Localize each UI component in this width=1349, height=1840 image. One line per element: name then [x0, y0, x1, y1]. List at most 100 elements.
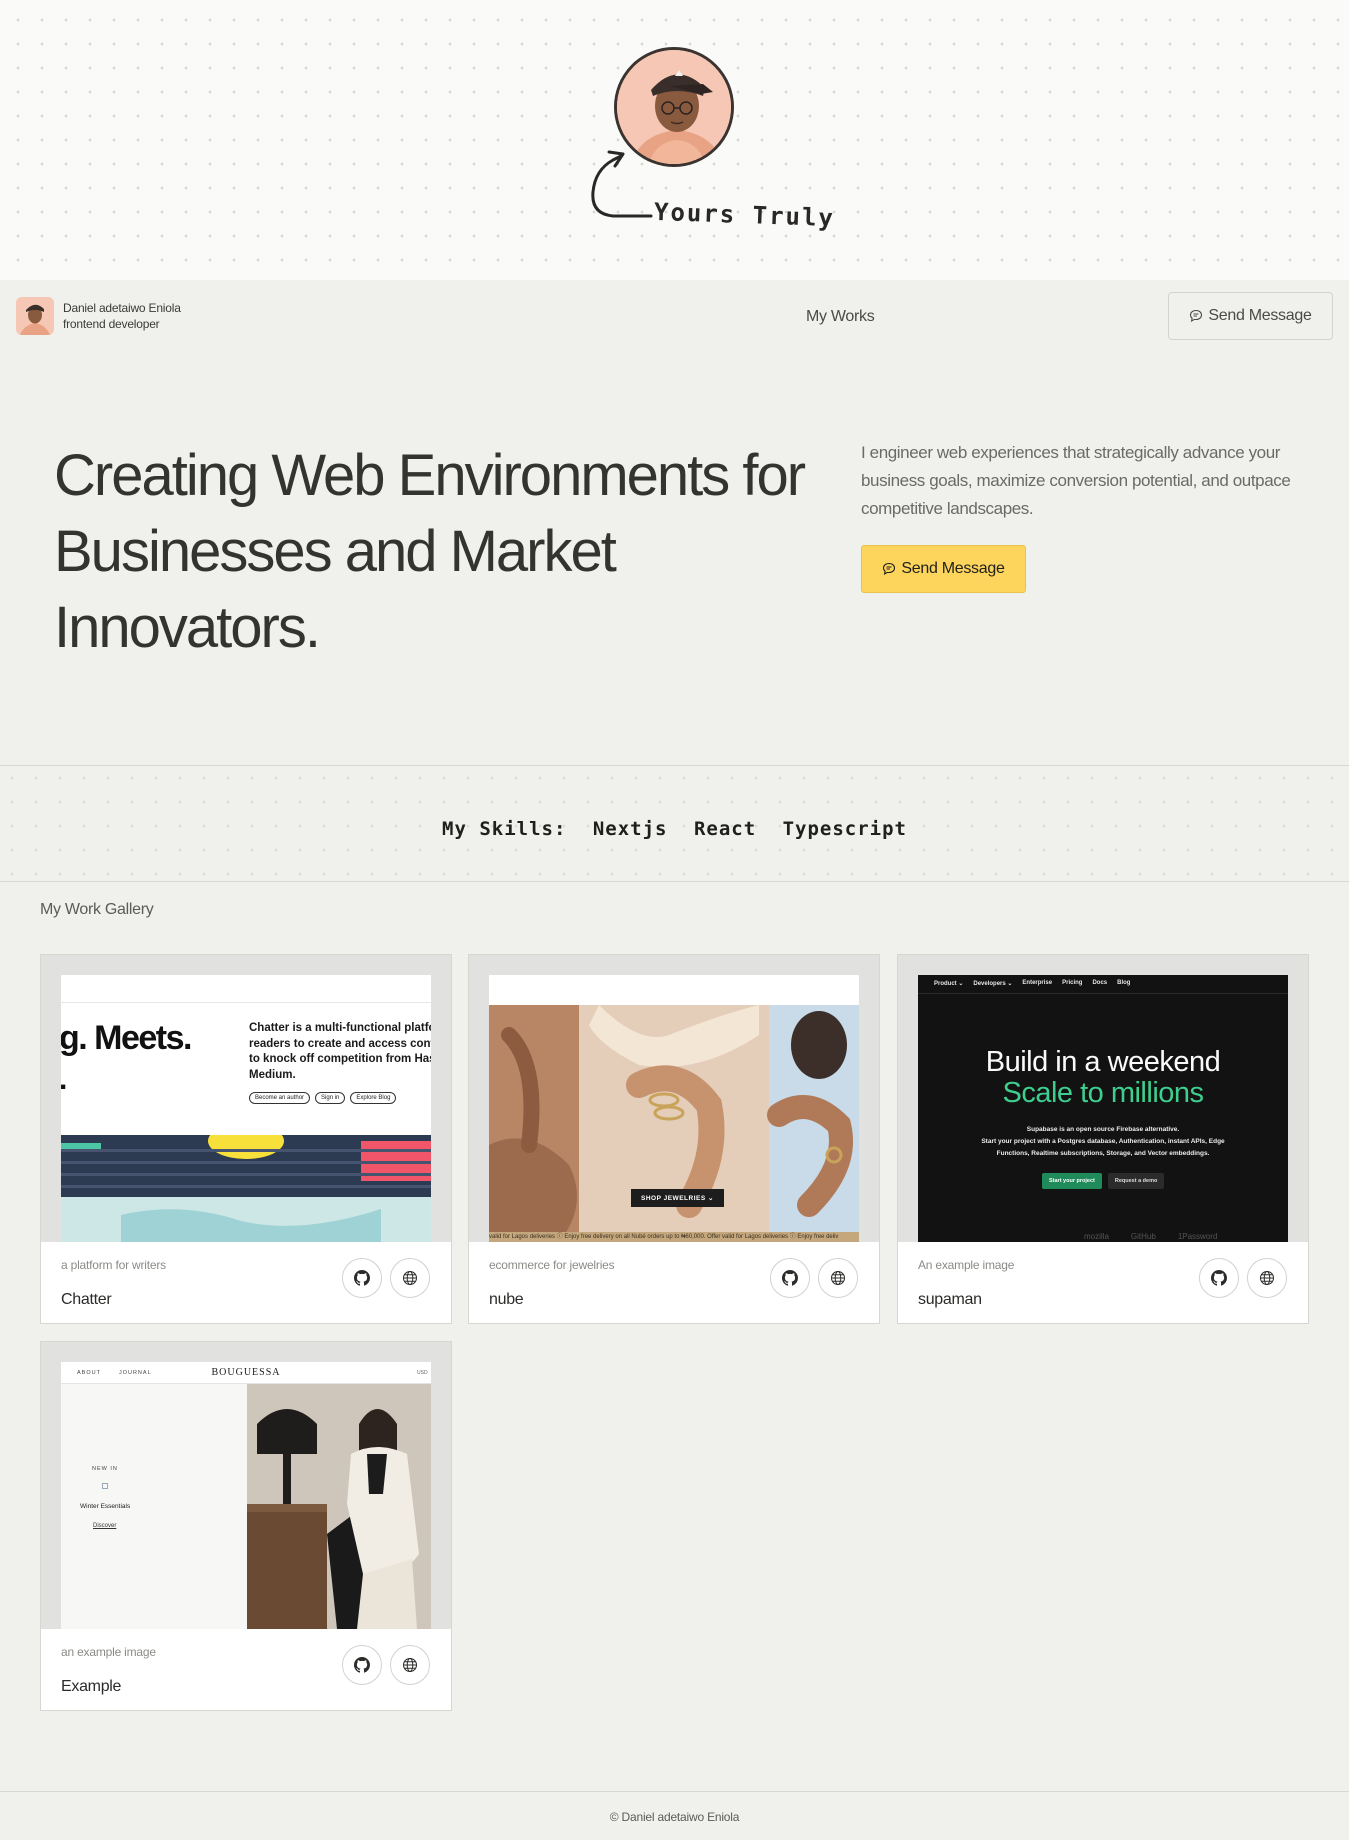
screenshot-subtext: Supabase is an open source Firebase alte… — [918, 1124, 1288, 1160]
project-screenshot: ABOUT JOURNAL BOUGUESSA USD NEW IN Winte… — [61, 1362, 431, 1629]
screenshot-currency: USD — [417, 1370, 428, 1376]
screenshot-nav-item: Blog — [1117, 980, 1131, 986]
project-card-nube[interactable]: SHOP JEWELRIES ⌄ valid for Lagos deliver… — [468, 954, 880, 1324]
hero-title: Creating Web Environments for Businesses… — [54, 438, 814, 666]
skill-item: React — [693, 818, 757, 840]
project-screenshot: SHOP JEWELRIES ⌄ valid for Lagos deliver… — [489, 975, 859, 1242]
screenshot-pill: Sign in — [315, 1092, 346, 1104]
hero-title-line3: Innovators. — [54, 595, 321, 660]
screenshot-pills: Become an author Sign in Explore Blog — [249, 1092, 397, 1104]
project-screenshot: Product ⌄ Developers ⌄ Enterprise Pricin… — [918, 975, 1288, 1242]
screenshot-text: Chatter is a multi-functional platfor re… — [249, 1021, 431, 1083]
screenshot-nav-item: Enterprise — [1022, 980, 1053, 986]
screenshot-secondary-button: Request a demo — [1107, 1173, 1165, 1189]
profile-role: frontend developer — [63, 317, 160, 331]
card-title: supaman — [918, 1291, 982, 1308]
github-icon — [354, 1270, 370, 1286]
screenshot-primary-button: Start your project — [1042, 1173, 1102, 1189]
message-icon — [883, 562, 896, 576]
screenshot-pill: Become an author — [249, 1092, 311, 1104]
hero-banner: Yours Truly — [0, 0, 1349, 280]
hero-send-message-button[interactable]: Send Message — [861, 545, 1026, 593]
screenshot-nav-item: Docs — [1092, 980, 1108, 986]
project-card-chatter[interactable]: g. Meets. . Chatter is a multi-functiona… — [40, 954, 452, 1324]
card-subtitle: An example image — [918, 1258, 1015, 1272]
card-image-frame: SHOP JEWELRIES ⌄ valid for Lagos deliver… — [469, 955, 879, 1242]
skills-band: My Skills: Nextjs React Typescript — [0, 765, 1349, 882]
project-screenshot: g. Meets. . Chatter is a multi-functiona… — [61, 975, 431, 1242]
screenshot-topbar — [61, 975, 431, 1003]
screenshot-brand: BOUGUESSA — [211, 1367, 281, 1378]
screenshot-broken-image — [102, 1483, 108, 1489]
github-icon — [1211, 1270, 1227, 1286]
skill-item: Typescript — [782, 818, 907, 840]
screenshot-logos: mozilla GitHub 1Password — [1084, 1232, 1217, 1241]
screenshot-subtext-line: Start your project with a Postgres datab… — [981, 1138, 1225, 1145]
screenshot-headline-tail: . — [61, 1063, 67, 1097]
github-link-button[interactable] — [1199, 1258, 1239, 1298]
project-card-supaman[interactable]: Product ⌄ Developers ⌄ Enterprise Pricin… — [897, 954, 1309, 1324]
github-icon — [782, 1270, 798, 1286]
hero-send-message-label: Send Message — [901, 560, 1005, 577]
card-image-frame: Product ⌄ Developers ⌄ Enterprise Pricin… — [898, 955, 1308, 1242]
site-header: Daniel adetaiwo Eniola frontend develope… — [0, 280, 1349, 352]
github-link-button[interactable] — [342, 1258, 382, 1298]
skills-label: My Skills: — [442, 818, 567, 840]
github-link-button[interactable] — [770, 1258, 810, 1298]
header-send-message-button[interactable]: Send Message — [1168, 292, 1333, 340]
website-link-button[interactable] — [390, 1258, 430, 1298]
screenshot-photo — [247, 1384, 431, 1629]
card-title: nube — [489, 1291, 524, 1308]
screenshot-ticker: valid for Lagos deliveries ⓘ Enjoy free … — [489, 1232, 859, 1242]
website-link-button[interactable] — [390, 1645, 430, 1685]
card-image-frame: g. Meets. . Chatter is a multi-functiona… — [41, 955, 451, 1242]
screenshot-divider — [918, 993, 1288, 994]
screenshot-headline: g. Meets. — [61, 1019, 192, 1057]
screenshot-nav-item: Developers ⌄ — [973, 981, 1013, 987]
github-icon — [354, 1657, 370, 1673]
screenshot-headline-accent: Scale to millions — [1002, 1077, 1204, 1109]
skills-row: My Skills: Nextjs React Typescript — [0, 818, 1349, 840]
hero-title-line2: Businesses and Market — [54, 519, 617, 584]
screenshot-text-line: readers to create and access conte — [249, 1037, 431, 1050]
avatar-thumb-illustration — [16, 297, 54, 335]
screenshot-discover: Discover — [93, 1523, 117, 1529]
card-subtitle: an example image — [61, 1645, 156, 1659]
gallery-title: My Work Gallery — [40, 901, 154, 918]
message-icon — [1190, 309, 1203, 323]
screenshot-subtext-line: Supabase is an open source Firebase alte… — [1026, 1126, 1180, 1133]
globe-icon — [403, 1271, 417, 1285]
screenshot-logo: GitHub — [1130, 1232, 1156, 1241]
hero-title-line1: Creating Web Environments for — [54, 443, 806, 508]
screenshot-nav: Product ⌄ Developers ⌄ Enterprise Pricin… — [934, 980, 1130, 987]
globe-icon — [1260, 1271, 1274, 1285]
screenshot-text-line: Medium. — [249, 1068, 296, 1081]
screenshot-headline: Build in a weekend — [985, 1046, 1221, 1078]
screenshot-art — [61, 1135, 431, 1242]
screenshot-text-line: to knock off competition from Hash — [249, 1053, 431, 1065]
profile-avatar[interactable] — [16, 297, 54, 335]
screenshot-nav-item: Pricing — [1062, 980, 1083, 986]
footer-copyright: © Daniel adetaiwo Eniola — [609, 1810, 740, 1824]
card-image-frame: ABOUT JOURNAL BOUGUESSA USD NEW IN Winte… — [41, 1342, 451, 1629]
nav-my-works-link[interactable]: My Works — [806, 308, 875, 326]
header-send-message-label: Send Message — [1208, 307, 1312, 324]
screenshot-shop-button: SHOP JEWELRIES ⌄ — [631, 1189, 724, 1207]
card-title: Chatter — [61, 1291, 112, 1308]
card-title: Example — [61, 1678, 122, 1695]
curved-arrow-icon — [591, 150, 653, 218]
screenshot-subtext-line: Functions, Realtime subscriptions, Stora… — [996, 1150, 1210, 1157]
website-link-button[interactable] — [1247, 1258, 1287, 1298]
screenshot-nav-item: Product ⌄ — [934, 981, 964, 987]
screenshot-logo: 1Password — [1177, 1232, 1218, 1241]
globe-icon — [831, 1271, 845, 1285]
globe-icon — [403, 1658, 417, 1672]
github-link-button[interactable] — [342, 1645, 382, 1685]
screenshot-text-line: Chatter is a multi-functional platfor — [249, 1022, 431, 1034]
screenshot-collection: Winter Essentials — [80, 1503, 131, 1510]
hero-description: I engineer web experiences that strategi… — [861, 443, 1291, 518]
caption: Yours Truly — [653, 197, 836, 233]
project-card-example[interactable]: ABOUT JOURNAL BOUGUESSA USD NEW IN Winte… — [40, 1341, 452, 1711]
card-subtitle: a platform for writers — [61, 1258, 166, 1272]
website-link-button[interactable] — [818, 1258, 858, 1298]
